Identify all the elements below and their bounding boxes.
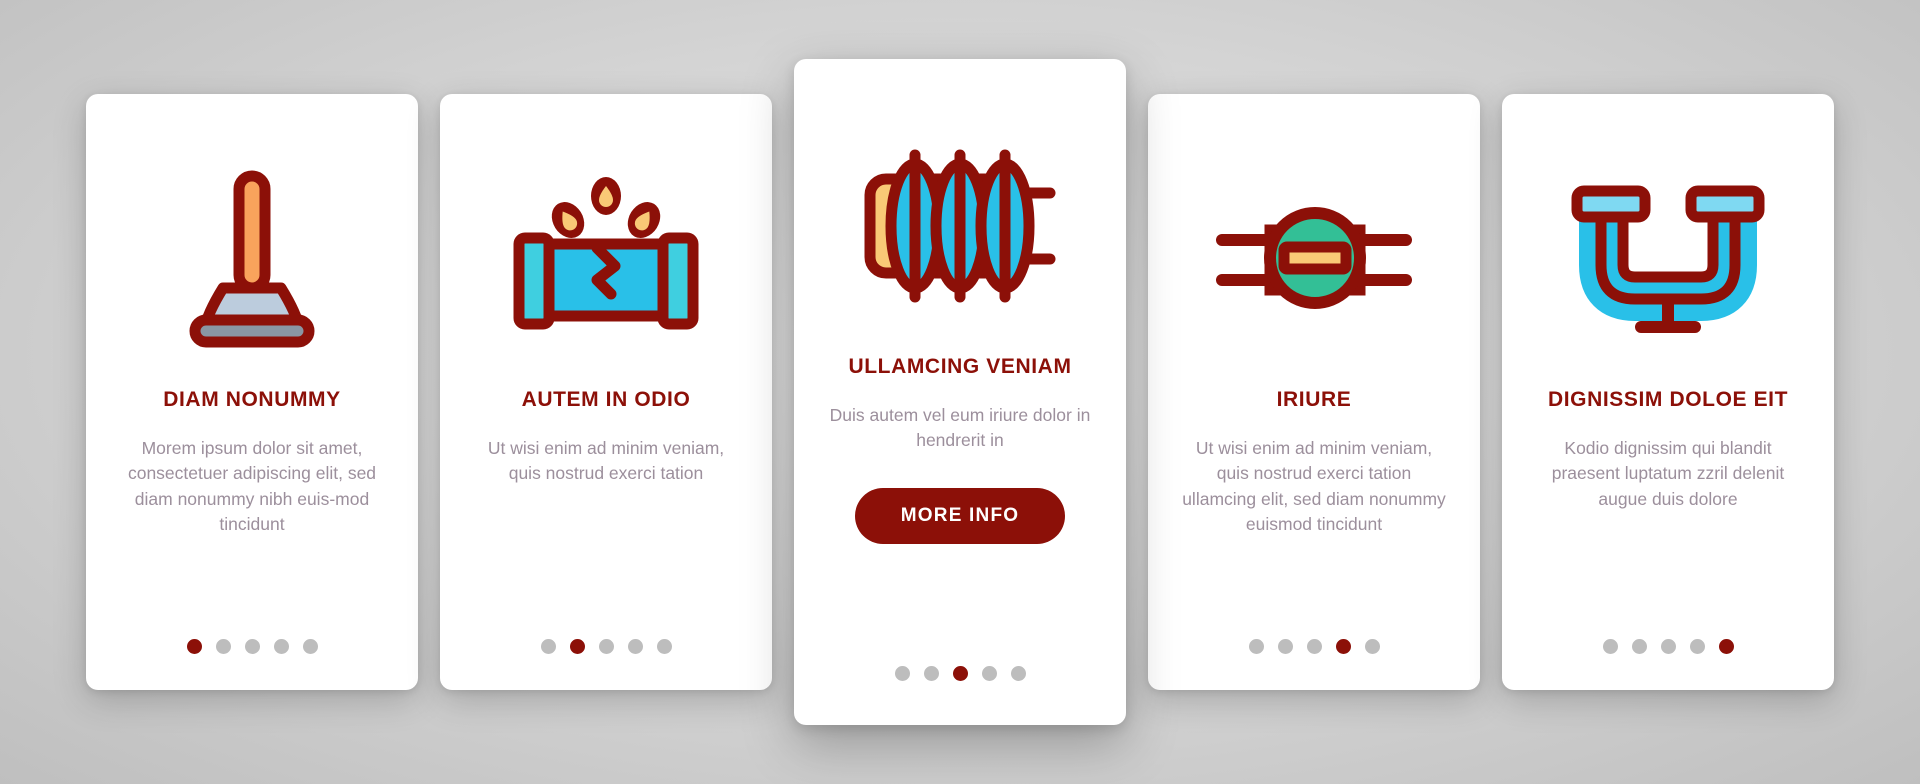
pagination-dot[interactable] (1689, 639, 1705, 654)
card-title: IRIURE (1276, 388, 1352, 411)
pagination-dot[interactable] (1660, 639, 1676, 654)
pagination-dot[interactable] (540, 639, 556, 654)
pagination-dot[interactable] (186, 639, 202, 654)
pagination-dot[interactable] (244, 639, 260, 654)
pagination-dot[interactable] (273, 639, 289, 654)
pagination-dot[interactable] (1010, 666, 1026, 681)
pagination-dot[interactable] (923, 666, 939, 681)
pipe-valve-icon (1174, 152, 1454, 362)
card-body: Ut wisi enim ad minim veniam, quis nostr… (1182, 438, 1446, 535)
card-title: ULLAMCING VENIAM (848, 355, 1072, 378)
onboarding-card-4[interactable]: IRIURE Ut wisi enim ad minim veniam, qui… (1148, 94, 1480, 690)
pagination-dots (86, 639, 418, 654)
card-body: Ut wisi enim ad minim veniam, quis nostr… (487, 438, 725, 484)
pagination-dot[interactable] (1602, 639, 1618, 654)
pagination-dots (1148, 639, 1480, 654)
pagination-dots (1502, 639, 1834, 654)
pagination-dot[interactable] (1631, 639, 1647, 654)
radiator-icon (820, 121, 1100, 331)
card-title: DIAM NONUMMY (163, 388, 341, 411)
pagination-dot[interactable] (894, 666, 910, 681)
pagination-dot[interactable] (302, 639, 318, 654)
onboarding-card-5[interactable]: DIGNISSIM DOLOE EIT Kodio dignissim qui … (1502, 94, 1834, 690)
pagination-dot[interactable] (1248, 639, 1264, 654)
card-title: AUTEM IN ODIO (521, 388, 691, 411)
onboarding-card-3[interactable]: ULLAMCING VENIAM Duis autem vel eum iriu… (794, 59, 1126, 725)
card-body: Morem ipsum dolor sit amet, consectetuer… (127, 438, 377, 535)
onboarding-card-carousel: DIAM NONUMMY Morem ipsum dolor sit amet,… (0, 0, 1920, 784)
pagination-dot[interactable] (1335, 639, 1351, 654)
pagination-dot[interactable] (598, 639, 614, 654)
pagination-dot[interactable] (952, 666, 968, 681)
broken-pipe-leak-icon (466, 152, 746, 362)
more-info-button[interactable]: MORE INFO (854, 487, 1066, 544)
pagination-dot[interactable] (1364, 639, 1380, 654)
pagination-dot[interactable] (656, 639, 672, 654)
pagination-dots (440, 639, 772, 654)
pagination-dot[interactable] (1306, 639, 1322, 654)
pagination-dot[interactable] (1277, 639, 1293, 654)
u-trap-pipe-icon (1528, 152, 1808, 362)
pagination-dots (794, 666, 1126, 681)
pagination-dot[interactable] (569, 639, 585, 654)
pagination-dot[interactable] (981, 666, 997, 681)
onboarding-card-1[interactable]: DIAM NONUMMY Morem ipsum dolor sit amet,… (86, 94, 418, 690)
card-title: DIGNISSIM DOLOE EIT (1547, 388, 1789, 411)
card-body: Duis autem vel eum iriure dolor in hendr… (829, 405, 1091, 451)
plunger-icon (112, 152, 392, 362)
pagination-dot[interactable] (627, 639, 643, 654)
pagination-dot[interactable] (215, 639, 231, 654)
card-body: Kodio dignissim qui blandit praesent lup… (1551, 438, 1785, 509)
pagination-dot[interactable] (1718, 639, 1734, 654)
onboarding-card-2[interactable]: AUTEM IN ODIO Ut wisi enim ad minim veni… (440, 94, 772, 690)
